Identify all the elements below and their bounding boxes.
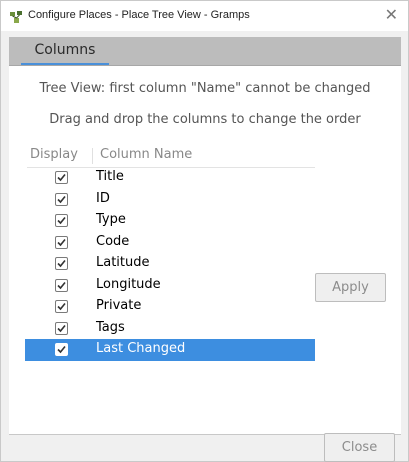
display-checkbox[interactable] — [55, 257, 68, 270]
list-item[interactable]: Title — [25, 167, 315, 189]
header-column-name[interactable]: Column Name — [100, 147, 192, 162]
columns-panel: Tree View: first column "Name" cannot be… — [9, 66, 401, 434]
column-name: Title — [96, 169, 124, 184]
column-list: Title ID Type Code Latitude Longitude Pr… — [25, 167, 315, 361]
column-name: Code — [96, 233, 130, 249]
display-checkbox[interactable] — [55, 300, 68, 313]
display-checkbox[interactable] — [55, 171, 68, 184]
tab-strip: Columns — [9, 37, 401, 66]
list-item[interactable]: Type — [25, 210, 315, 232]
title-bar[interactable]: Configure Places - Place Tree View - Gra… — [1, 1, 408, 31]
display-checkbox[interactable] — [55, 235, 68, 249]
list-item[interactable]: ID — [25, 189, 315, 211]
list-item[interactable]: Tags — [25, 318, 315, 340]
column-name: Last Changed — [96, 341, 186, 356]
info-first-column: Tree View: first column "Name" cannot be… — [39, 81, 371, 96]
display-checkbox[interactable] — [55, 343, 68, 356]
column-name: Latitude — [96, 255, 150, 270]
apply-button[interactable]: Apply — [315, 273, 386, 302]
display-checkbox[interactable] — [55, 214, 68, 227]
info-drag-drop: Drag and drop the columns to change the … — [49, 112, 361, 127]
column-header-row: Display Column Name — [27, 146, 315, 168]
tab-columns[interactable]: Columns — [21, 37, 109, 65]
column-name: ID — [96, 190, 110, 206]
column-name: Type — [96, 212, 126, 227]
dialog-window: Configure Places - Place Tree View - Gra… — [0, 0, 409, 462]
column-name: Private — [96, 298, 142, 313]
display-checkbox[interactable] — [55, 278, 68, 292]
display-checkbox[interactable] — [55, 321, 68, 335]
window-close-icon[interactable]: ✕ — [385, 5, 398, 25]
display-checkbox[interactable] — [55, 192, 68, 206]
list-item[interactable]: Longitude — [25, 275, 315, 297]
gramps-app-icon — [9, 9, 23, 23]
header-separator — [92, 148, 93, 164]
close-button[interactable]: Close — [324, 433, 395, 462]
list-item[interactable]: Latitude — [25, 253, 315, 275]
header-display[interactable]: Display — [30, 147, 78, 162]
list-item[interactable]: Private — [25, 296, 315, 318]
tab-columns-label: Columns — [34, 42, 96, 58]
column-name: Tags — [96, 319, 125, 335]
list-item-selected[interactable]: Last Changed — [25, 339, 315, 361]
window-title: Configure Places - Place Tree View - Gra… — [28, 9, 250, 21]
column-name: Longitude — [96, 276, 161, 292]
list-item[interactable]: Code — [25, 232, 315, 254]
